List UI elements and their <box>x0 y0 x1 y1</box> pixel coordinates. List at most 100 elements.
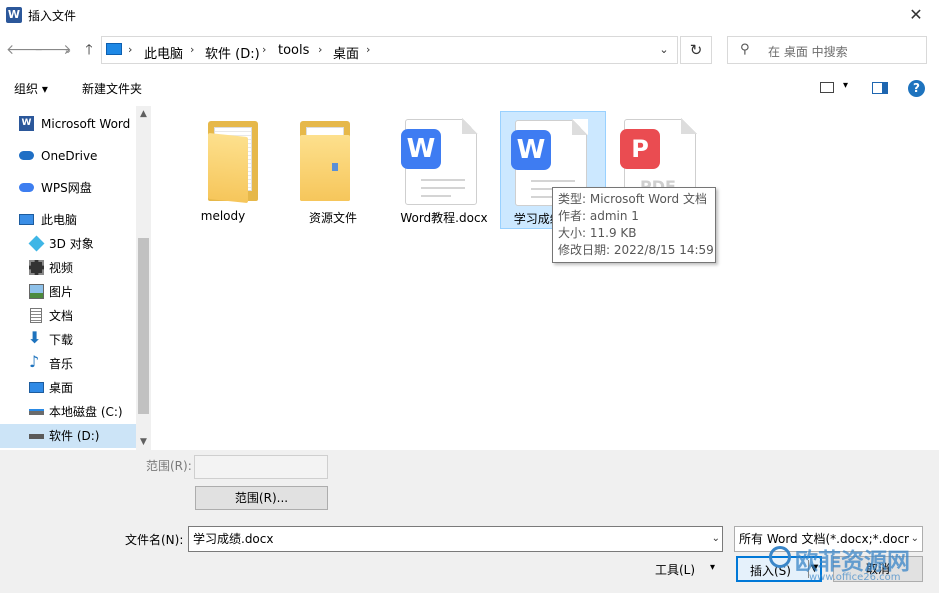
scroll-down-arrow-icon[interactable]: ▼ <box>136 434 151 450</box>
sidebar-item-videos[interactable]: 视频 <box>0 256 136 280</box>
refresh-icon: ↻ <box>689 41 703 59</box>
up-button[interactable]: 🡑 <box>79 40 99 60</box>
command-toolbar: 组织 ▾ 新建文件夹 ▾ ? <box>0 74 939 102</box>
filename-label: 文件名(N): <box>125 533 184 547</box>
file-item-melody[interactable]: melody <box>170 111 276 229</box>
wps-writer-icon: W <box>401 118 478 205</box>
tools-menu[interactable]: 工具(L) <box>655 561 695 578</box>
address-history-dropdown[interactable]: ⌄ <box>651 36 677 64</box>
sidebar-item-label: WPS网盘 <box>41 181 92 195</box>
watermark-url: www.office26.com <box>809 572 901 583</box>
tools-dropdown-caret[interactable]: ▾ <box>710 562 715 573</box>
recent-locations-button[interactable]: ⌄ <box>58 40 78 60</box>
word-icon: W <box>19 116 34 131</box>
sidebar-item-downloads[interactable]: ⬇ 下载 <box>0 328 136 352</box>
tooltip-type: 类型: Microsoft Word 文档 <box>558 192 707 206</box>
breadcrumb-drive-d[interactable]: 软件 (D:) <box>205 43 260 62</box>
sidebar-item-drive-d[interactable]: 软件 (D:) <box>0 424 136 448</box>
chevron-right-icon: › <box>262 43 267 56</box>
range-button[interactable]: 范围(R)... <box>195 486 328 510</box>
sidebar-item-music[interactable]: ♪ 音乐 <box>0 352 136 376</box>
music-icon: ♪ <box>29 352 40 371</box>
scrollbar-thumb[interactable] <box>138 238 149 414</box>
file-item-resources[interactable]: 资源文件 <box>280 111 386 229</box>
navigation-pane: W Microsoft Word OneDrive WPS网盘 此电脑 3D 对… <box>0 106 151 450</box>
breadcrumb-desktop[interactable]: 桌面 <box>333 43 359 62</box>
search-placeholder: 在 桌面 中搜索 <box>768 45 848 59</box>
forward-button[interactable]: 🡒 <box>34 40 72 60</box>
address-bar[interactable]: › 此电脑 › 软件 (D:) › tools › 桌面 › <box>101 36 678 64</box>
tooltip-modified: 修改日期: 2022/8/15 14:59 <box>558 243 714 257</box>
breadcrumb-this-pc[interactable]: 此电脑 <box>144 43 183 62</box>
sidebar-item-microsoft-word[interactable]: W Microsoft Word <box>0 112 136 136</box>
search-input[interactable]: ⚲ 在 桌面 中搜索 <box>727 36 927 64</box>
sidebar-item-documents[interactable]: 文档 <box>0 304 136 328</box>
pictures-icon <box>29 284 44 299</box>
file-item-word-tutorial[interactable]: W Word教程.docx <box>391 111 497 229</box>
breadcrumb-tools[interactable]: tools <box>278 43 309 58</box>
file-name: 资源文件 <box>308 211 357 225</box>
refresh-button[interactable]: ↻ <box>680 36 712 64</box>
close-icon: ✕ <box>909 5 923 24</box>
chevron-right-icon: › <box>128 43 133 56</box>
tooltip-author: 作者: admin 1 <box>558 209 639 223</box>
filename-value: 学习成绩.docx <box>193 532 274 546</box>
desktop-icon <box>29 382 44 393</box>
scroll-up-arrow-icon[interactable]: ▲ <box>136 106 151 122</box>
watermark: 欧菲资源网 www.office26.com <box>769 542 937 590</box>
sidebar-item-label: 图片 <box>49 285 74 299</box>
sidebar-item-desktop[interactable]: 桌面 <box>0 376 136 400</box>
sidebar-item-onedrive[interactable]: OneDrive <box>0 144 136 168</box>
file-info-tooltip: 类型: Microsoft Word 文档 作者: admin 1 大小: 11… <box>552 187 716 263</box>
tooltip-size: 大小: 11.9 KB <box>558 226 637 240</box>
help-icon[interactable]: ? <box>908 80 925 97</box>
organize-menu[interactable]: 组织 ▾ <box>14 80 48 97</box>
drive-icon <box>29 409 44 415</box>
sidebar-item-label: OneDrive <box>41 149 98 163</box>
download-icon: ⬇ <box>28 328 42 347</box>
filename-input[interactable]: 学习成绩.docx ⌄ <box>188 526 723 552</box>
close-button[interactable]: ✕ <box>893 0 939 30</box>
wps-cloud-icon <box>19 183 34 192</box>
file-name: melody <box>200 209 246 223</box>
chevron-right-icon: › <box>366 43 371 56</box>
watermark-text: 欧菲资源网 <box>795 549 910 575</box>
sidebar-item-label: 3D 对象 <box>49 237 94 251</box>
video-icon <box>29 260 44 275</box>
range-label: 范围(R): <box>146 459 192 473</box>
new-folder-button[interactable]: 新建文件夹 <box>82 80 142 97</box>
sidebar-item-label: 本地磁盘 (C:) <box>49 405 123 419</box>
sidebar-item-label: 下载 <box>49 333 74 347</box>
chevron-right-icon: › <box>190 43 195 56</box>
preview-pane-icon[interactable] <box>872 82 888 94</box>
cloud-icon <box>19 151 34 160</box>
chevron-down-icon: ⌄ <box>659 43 669 56</box>
sidebar-item-this-pc[interactable]: 此电脑 <box>0 208 136 232</box>
sidebar-item-label: 软件 (D:) <box>49 429 100 443</box>
navigation-scrollbar[interactable]: ▲ ▼ <box>136 106 151 450</box>
drive-icon <box>29 434 44 439</box>
title-bar: W 插入文件 ✕ <box>0 0 939 30</box>
file-name: Word教程.docx <box>400 211 488 225</box>
sidebar-item-pictures[interactable]: 图片 <box>0 280 136 304</box>
sidebar-item-drive-c[interactable]: 本地磁盘 (C:) <box>0 400 136 424</box>
search-icon: ⚲ <box>740 42 750 57</box>
sidebar-item-label: 桌面 <box>49 381 74 395</box>
sidebar-item-label: 音乐 <box>49 357 74 371</box>
computer-icon <box>106 43 122 55</box>
sidebar-item-3d-objects[interactable]: 3D 对象 <box>0 232 136 256</box>
navigation-bar: 🡐 🡒 ⌄ 🡑 › 此电脑 › 软件 (D:) › tools › 桌面 › ⌄… <box>0 34 939 66</box>
3d-objects-icon <box>28 235 45 252</box>
word-app-icon: W <box>6 7 22 23</box>
watermark-logo-icon <box>769 546 791 568</box>
chevron-right-icon: › <box>318 43 323 56</box>
chevron-down-icon[interactable]: ⌄ <box>712 527 720 551</box>
documents-icon <box>30 308 42 323</box>
view-options-icon[interactable] <box>820 82 834 93</box>
sidebar-item-wps-cloud[interactable]: WPS网盘 <box>0 176 136 200</box>
sidebar-item-label: Microsoft Word <box>41 117 131 131</box>
range-input <box>194 455 328 479</box>
back-button[interactable]: 🡐 <box>6 40 44 60</box>
computer-icon <box>19 214 34 225</box>
view-dropdown-caret[interactable]: ▾ <box>843 80 848 91</box>
